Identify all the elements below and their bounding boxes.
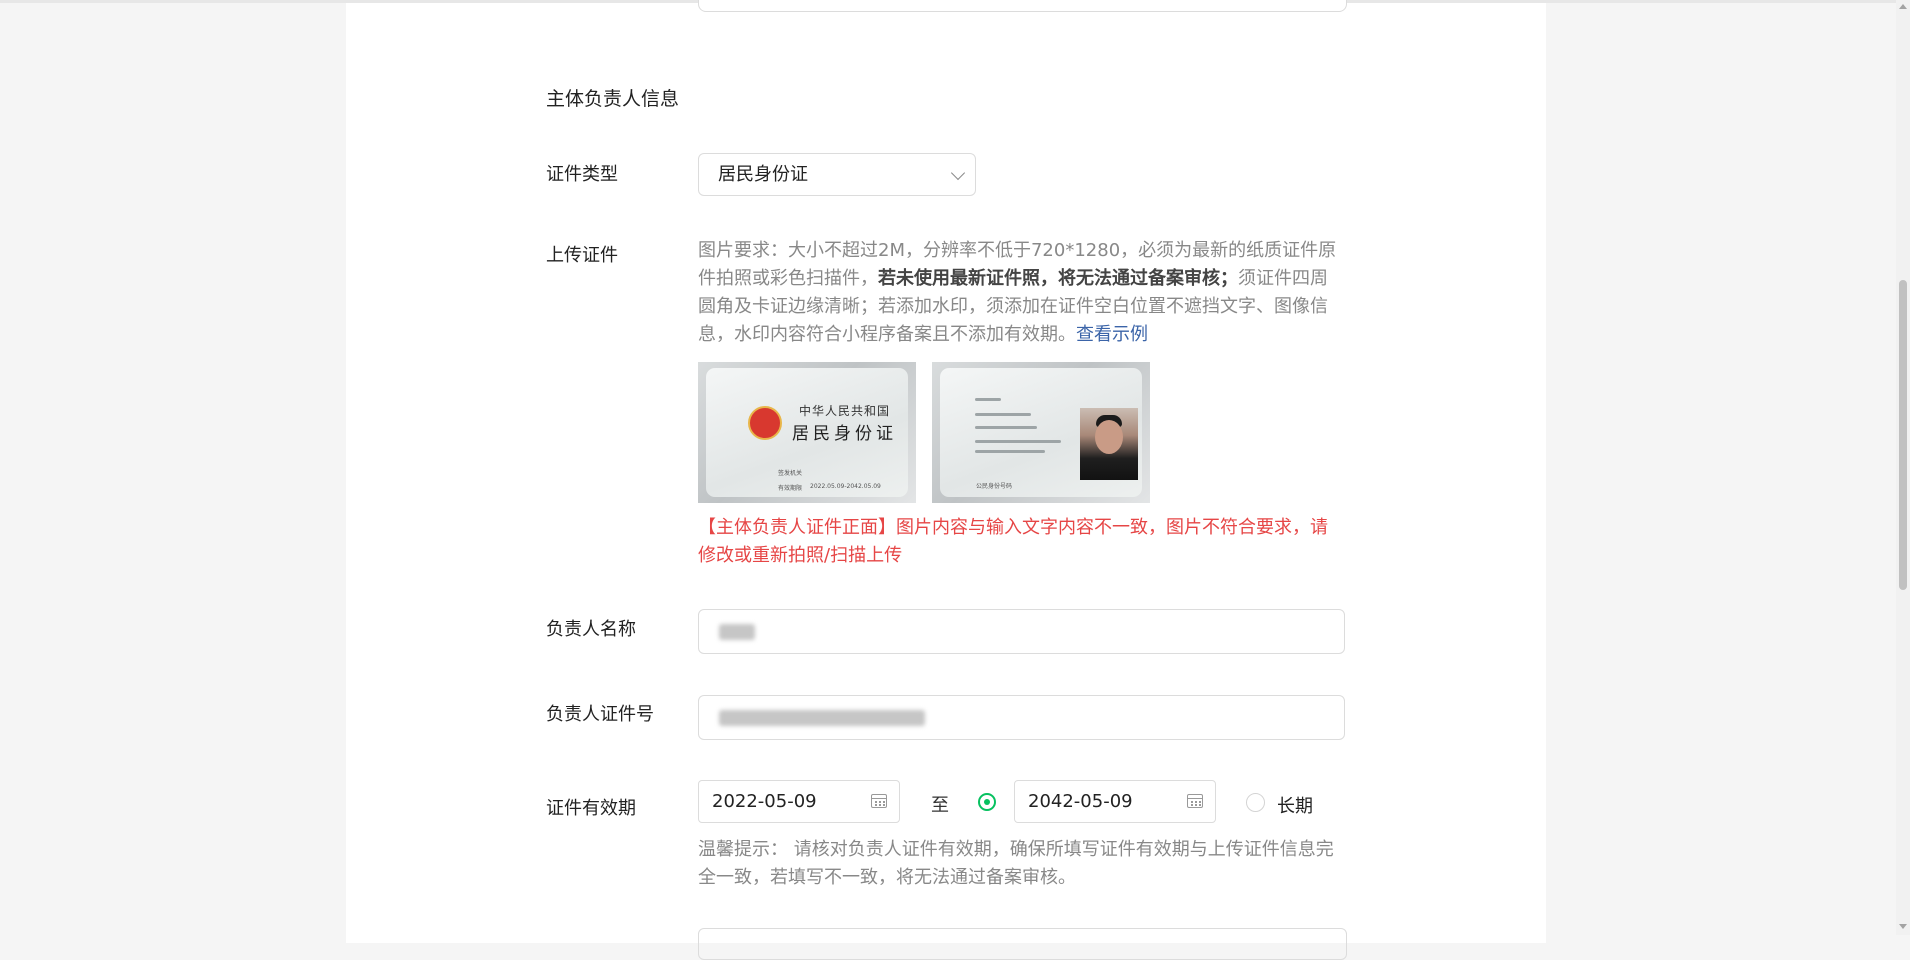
requirements-warning: 若未使用最新证件照，将无法通过备案审核； <box>878 268 1238 289</box>
card-surface: 中华人民共和国 居民身份证 签发机关 有效期限 2022.05.09-2042.… <box>706 368 908 497</box>
to-separator: 至 <box>931 795 949 816</box>
end-date-input[interactable]: 2042-05-09 <box>1014 780 1216 823</box>
previous-input-field[interactable] <box>698 0 1347 12</box>
card-surface: 公民身份号码 <box>940 368 1142 497</box>
card-text-line <box>975 413 1031 416</box>
scrollbar-thumb[interactable] <box>1899 280 1907 590</box>
id-card-front-image[interactable]: 中华人民共和国 居民身份证 签发机关 有效期限 2022.05.09-2042.… <box>698 362 916 503</box>
start-date-input[interactable]: 2022-05-09 <box>698 780 900 823</box>
id-number-label: 负责人证件号 <box>546 704 654 725</box>
scroll-down-arrow-icon[interactable] <box>1899 924 1907 929</box>
card-text-line <box>975 398 1001 401</box>
cert-type-label: 证件类型 <box>546 164 618 185</box>
card-id-number-label: 公民身份号码 <box>976 483 1013 490</box>
cert-type-value: 居民身份证 <box>718 164 808 185</box>
card-issuer-label: 签发机关 <box>778 470 803 477</box>
long-term-radio[interactable] <box>1246 793 1265 812</box>
id-number-input[interactable] <box>698 695 1345 740</box>
redacted-id-number <box>719 710 925 726</box>
card-validity-label: 有效期限 <box>778 485 803 492</box>
name-label: 负责人名称 <box>546 619 636 640</box>
card-validity-value: 2022.05.09-2042.05.09 <box>810 483 881 490</box>
next-input-field[interactable] <box>698 928 1347 960</box>
calendar-icon[interactable] <box>1187 794 1203 808</box>
card-text-line <box>975 450 1045 453</box>
national-emblem-icon <box>748 406 782 440</box>
scroll-up-arrow-icon[interactable] <box>1899 4 1907 9</box>
upload-label: 上传证件 <box>546 245 618 266</box>
validity-label: 证件有效期 <box>546 798 636 819</box>
end-date-value: 2042-05-09 <box>1028 791 1133 812</box>
redacted-name <box>719 624 755 640</box>
start-date-value: 2022-05-09 <box>712 791 817 812</box>
long-term-label[interactable]: 长期 <box>1277 792 1313 818</box>
section-title: 主体负责人信息 <box>546 88 680 110</box>
calendar-icon[interactable] <box>871 794 887 808</box>
id-card-back-image[interactable]: 公民身份号码 <box>932 362 1150 503</box>
validity-tip: 温馨提示： 请核对负责人证件有效期，确保所填写证件有效期与上传证件信息完全一致，… <box>698 839 1334 888</box>
card-title-type: 居民身份证 <box>792 424 897 444</box>
upload-error-message: 【主体负责人证件正面】图片内容与输入文字内容不一致，图片不符合要求，请修改或重新… <box>698 517 1328 566</box>
portrait-face <box>1095 420 1123 454</box>
card-title-country: 中华人民共和国 <box>799 404 891 418</box>
end-date-radio[interactable] <box>978 793 996 811</box>
view-example-link[interactable]: 查看示例 <box>1076 324 1148 345</box>
chevron-down-icon <box>950 165 966 181</box>
card-text-line <box>975 440 1061 443</box>
upload-requirements: 图片要求：大小不超过2M，分辨率不低于720*1280，必须为最新的纸质证件原件… <box>698 237 1338 349</box>
name-input[interactable] <box>698 609 1345 654</box>
cert-type-select[interactable]: 居民身份证 <box>698 153 976 196</box>
id-portrait-photo <box>1080 408 1138 480</box>
scrollbar-track[interactable] <box>1896 0 1910 935</box>
card-text-line <box>975 426 1037 429</box>
